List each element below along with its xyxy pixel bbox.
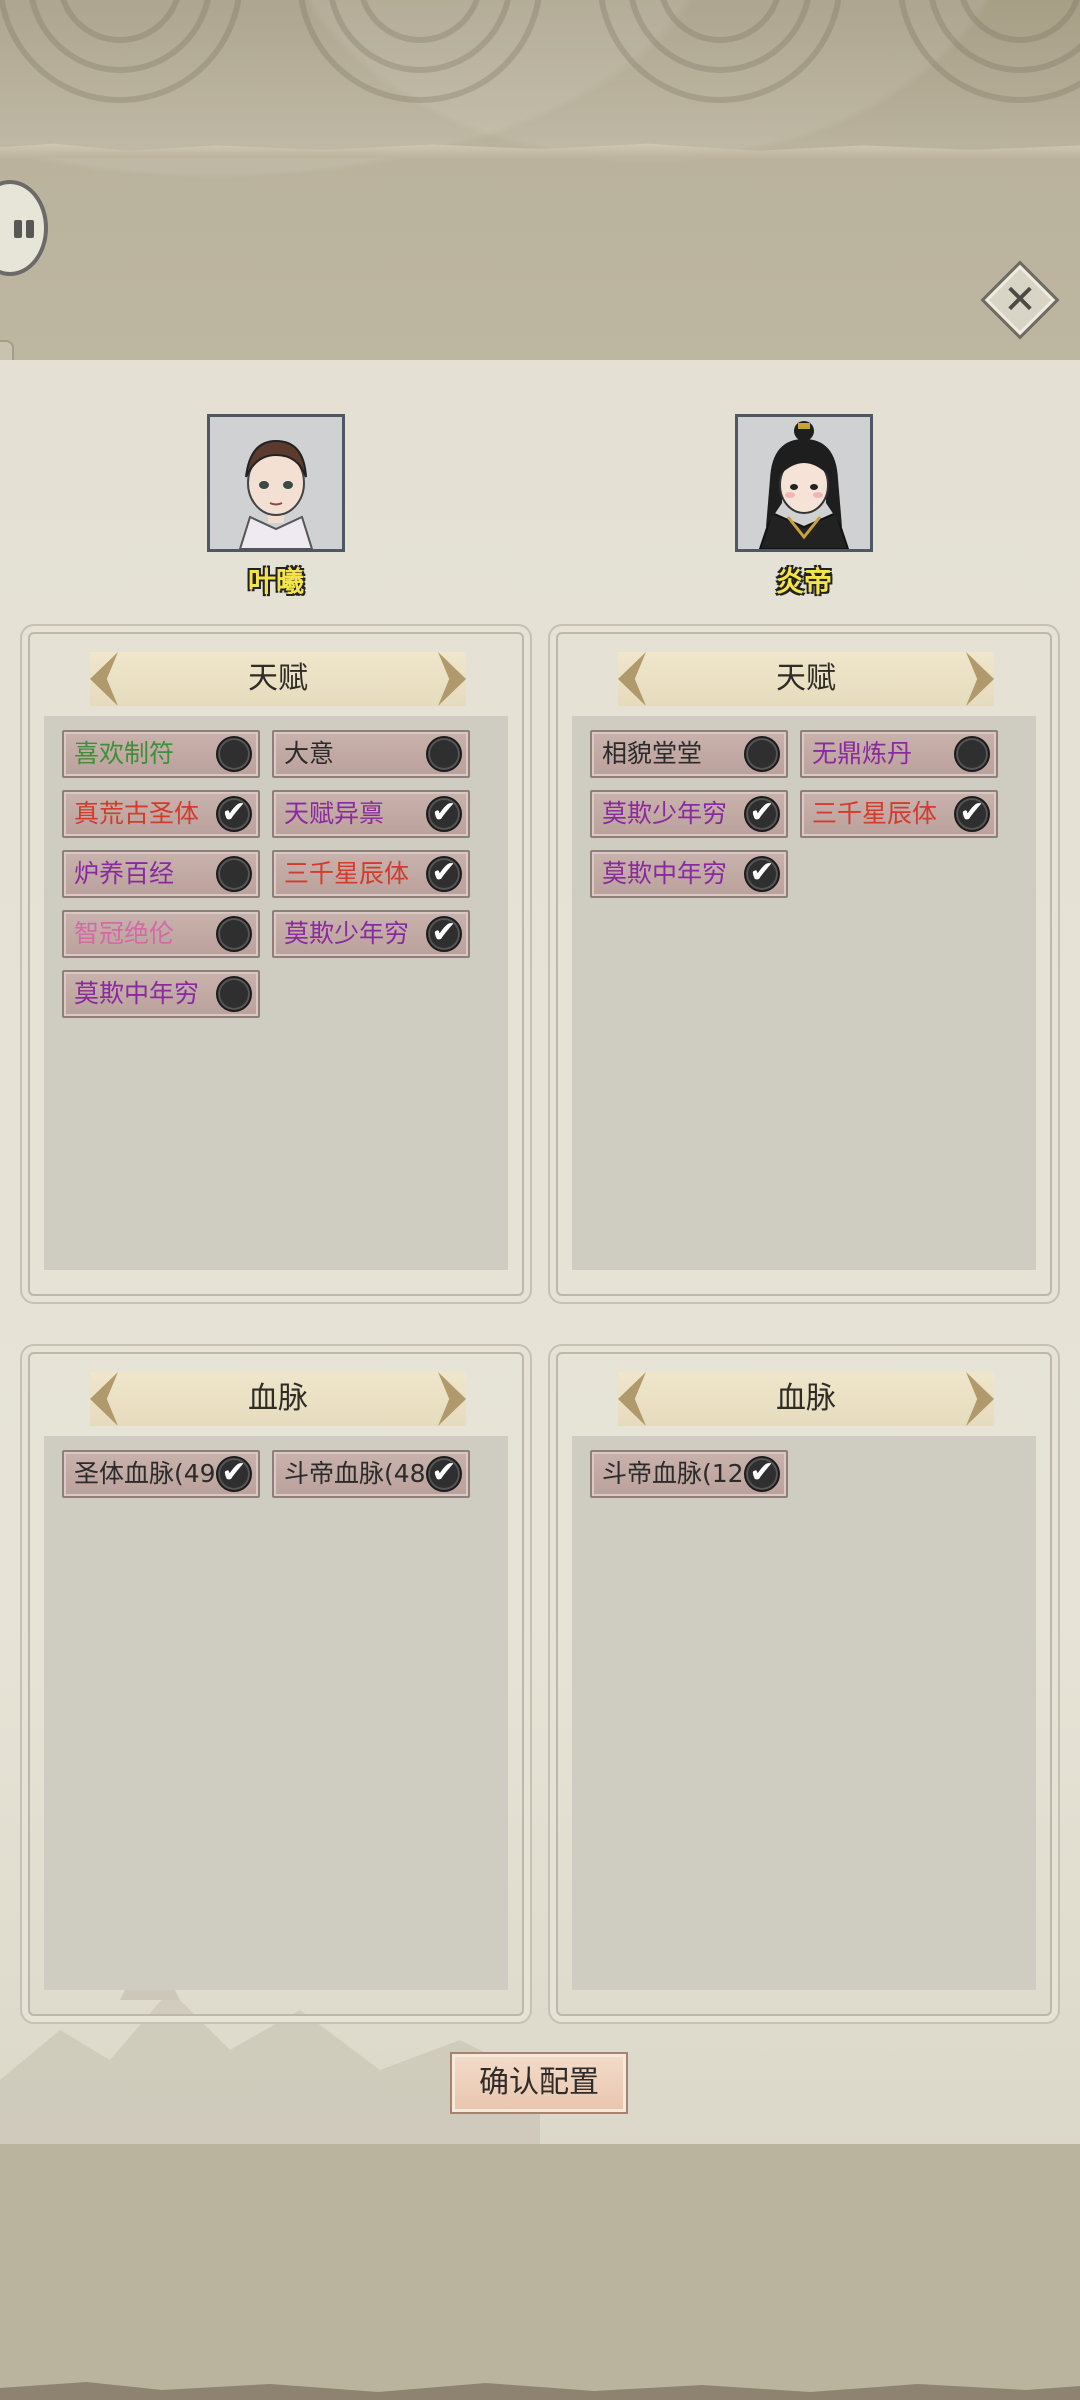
avatar[interactable] [207,414,345,552]
bottom-scroll-roller [0,2144,1080,2400]
character-name: 叶曦 [247,565,304,598]
talent-section-right: 天赋 相貌堂堂 无鼎炼丹莫欺少年穷 ✔ 三千星辰体 ✔ 莫欺中年穷 ✔ [556,632,1052,1296]
toggle-off-icon[interactable] [426,736,462,772]
toggle-off-icon[interactable] [216,856,252,892]
trait-label: 真荒古圣体 [74,799,200,828]
checkmark-icon[interactable]: ✔ [744,796,780,832]
trait-label: 莫欺少年穷 [602,799,728,828]
trait-chip[interactable]: 莫欺中年穷 ✔ [590,850,788,898]
trait-label: 天赋异禀 [284,799,385,828]
talent-list[interactable]: 喜欢制符 大意真荒古圣体 ✔ 天赋异禀 ✔ 炉养百经 三千星辰体 ✔ 智冠绝伦 莫欺少年穷 ✔ 莫欺中… [44,716,508,1270]
trait-label: 无鼎炼丹 [812,739,913,768]
bloodline-section-left: 血脉 圣体血脉(49 ✔ 斗帝血脉(48 ✔ [28,1352,524,2016]
checkmark-icon[interactable]: ✔ [426,856,462,892]
trait-chip[interactable]: 真荒古圣体 ✔ [62,790,260,838]
confirm-config-button[interactable]: 确认配置 [450,2052,628,2114]
section-title: 血脉 [248,1381,308,1416]
toggle-off-icon[interactable] [216,916,252,952]
close-button[interactable]: ✕ [980,260,1060,340]
checkmark-icon[interactable]: ✔ [954,796,990,832]
bloodline-list[interactable]: 圣体血脉(49 ✔ 斗帝血脉(48 ✔ [44,1436,508,1990]
trait-label: 莫欺中年穷 [74,979,200,1008]
trait-chip[interactable]: 圣体血脉(49 ✔ [62,1450,260,1498]
trait-chip[interactable]: 三千星辰体 ✔ [272,850,470,898]
trait-chip[interactable]: 大意 [272,730,470,778]
pause-icon [14,220,22,238]
section-banner: 天赋 [90,652,466,706]
trait-chip[interactable]: 无鼎炼丹 [800,730,998,778]
character-right[interactable]: 炎帝 [704,414,904,600]
trait-label: 圣体血脉(49 [74,1459,214,1488]
checkmark-icon[interactable]: ✔ [744,856,780,892]
trait-chip[interactable]: 斗帝血脉(12 ✔ [590,1450,788,1498]
checkmark-icon[interactable]: ✔ [744,1456,780,1492]
trait-chip[interactable]: 莫欺少年穷 ✔ [590,790,788,838]
checkmark-icon[interactable]: ✔ [426,1456,462,1492]
character-left[interactable]: 叶曦 [176,414,376,600]
trait-chip[interactable]: 天赋异禀 ✔ [272,790,470,838]
trait-chip[interactable]: 喜欢制符 [62,730,260,778]
talent-list[interactable]: 相貌堂堂 无鼎炼丹莫欺少年穷 ✔ 三千星辰体 ✔ 莫欺中年穷 ✔ [572,716,1036,1270]
trait-label: 莫欺中年穷 [602,859,728,888]
toggle-off-icon[interactable] [216,976,252,1012]
trait-chip[interactable]: 斗帝血脉(48 ✔ [272,1450,470,1498]
character-name: 炎帝 [775,565,832,598]
trait-label: 喜欢制符 [74,739,175,768]
section-title: 血脉 [776,1381,836,1416]
avatar-portrait-ye-xi [210,417,342,549]
trait-chip[interactable]: 相貌堂堂 [590,730,788,778]
trait-label: 大意 [284,739,335,768]
trait-chip[interactable]: 莫欺中年穷 [62,970,260,1018]
section-banner: 天赋 [618,652,994,706]
trait-label: 三千星辰体 [812,799,938,828]
toggle-off-icon[interactable] [744,736,780,772]
trait-chip[interactable]: 炉养百经 [62,850,260,898]
avatar-portrait-yan-di [738,417,870,549]
trait-label: 斗帝血脉(48 [284,1459,424,1488]
talent-section-left: 天赋 喜欢制符 大意真荒古圣体 ✔ 天赋异禀 ✔ 炉养百经 三千星辰体 ✔ 智冠绝伦 莫欺少年穷 ✔… [28,632,524,1296]
top-scroll-header [0,0,1080,360]
toggle-off-icon[interactable] [954,736,990,772]
toggle-off-icon[interactable] [216,736,252,772]
checkmark-icon[interactable]: ✔ [216,1456,252,1492]
trait-label: 斗帝血脉(12 [602,1459,742,1488]
trait-label: 炉养百经 [74,859,175,888]
section-title: 天赋 [776,661,836,696]
trait-chip[interactable]: 莫欺少年穷 ✔ [272,910,470,958]
checkmark-icon[interactable]: ✔ [426,916,462,952]
wave-pattern [0,0,1080,103]
trait-chip[interactable]: 三千星辰体 ✔ [800,790,998,838]
bloodline-section-right: 血脉 斗帝血脉(12 ✔ [556,1352,1052,2016]
pause-icon-bar [26,220,34,238]
trait-label: 三千星辰体 [284,859,410,888]
section-banner: 血脉 [90,1372,466,1426]
close-icon: ✕ [1003,277,1037,323]
bloodline-list[interactable]: 斗帝血脉(12 ✔ [572,1436,1036,1990]
trait-label: 莫欺少年穷 [284,919,410,948]
checkmark-icon[interactable]: ✔ [426,796,462,832]
checkmark-icon[interactable]: ✔ [216,796,252,832]
trait-label: 智冠绝伦 [74,919,175,948]
avatar[interactable] [735,414,873,552]
trait-label: 相貌堂堂 [602,739,703,768]
trait-chip[interactable]: 智冠绝伦 [62,910,260,958]
section-banner: 血脉 [618,1372,994,1426]
section-title: 天赋 [248,661,308,696]
